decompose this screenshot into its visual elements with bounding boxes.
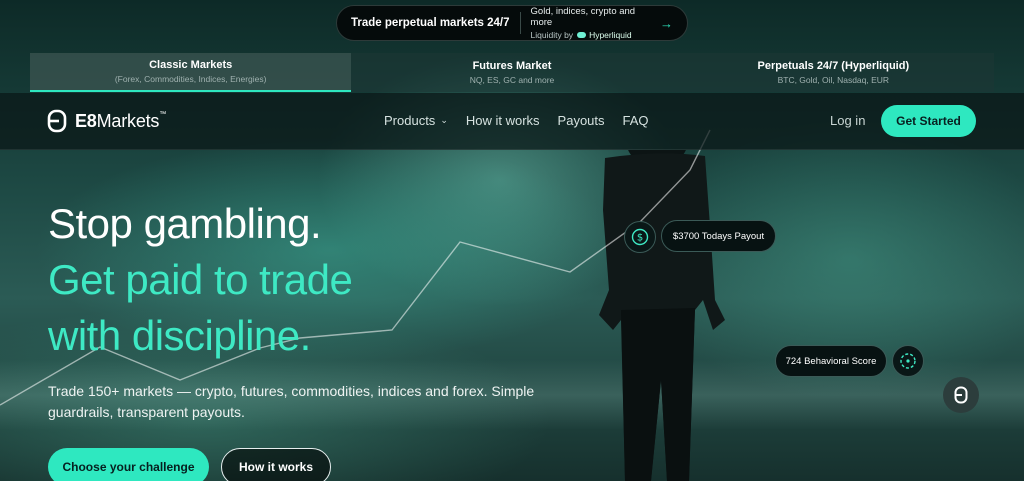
nav-how-it-works[interactable]: How it works bbox=[466, 113, 540, 128]
announcement-bar[interactable]: Trade perpetual markets 24/7 Gold, indic… bbox=[336, 5, 688, 41]
brand-logo[interactable]: E8Markets™ bbox=[47, 109, 166, 133]
trademark: ™ bbox=[159, 110, 167, 118]
e8-logo-icon bbox=[954, 386, 968, 404]
svg-text:$: $ bbox=[637, 233, 643, 244]
arrow-right-icon[interactable]: → bbox=[660, 16, 673, 31]
market-tabs: Classic Markets (Forex, Commodities, Ind… bbox=[30, 53, 994, 92]
nav-payouts[interactable]: Payouts bbox=[558, 113, 605, 128]
announcement-subtitle: Gold, indices, crypto and more bbox=[530, 6, 636, 28]
liquidity-label: Liquidity by bbox=[530, 30, 574, 40]
tab-title: Perpetuals 24/7 (Hyperliquid) bbox=[757, 60, 910, 72]
brand-name-bold: E8 bbox=[75, 110, 97, 131]
payout-badge: $3700 Todays Payout bbox=[661, 220, 776, 252]
hyperliquid-icon bbox=[577, 32, 587, 38]
dollar-icon: $ bbox=[624, 221, 656, 253]
hyperliquid-logo: Hyperliquid bbox=[577, 30, 632, 40]
hero-heading: Stop gambling. Get paid to trade with di… bbox=[48, 196, 353, 364]
nav-link-label: Products bbox=[384, 113, 436, 128]
brand-name: E8Markets™ bbox=[75, 111, 166, 132]
chevron-down-icon: ⌄ bbox=[440, 115, 448, 125]
nav-links: Products ⌄ How it works Payouts FAQ bbox=[384, 113, 649, 128]
liquidity-line: Liquidity by Hyperliquid bbox=[531, 30, 654, 40]
nav-products[interactable]: Products ⌄ bbox=[384, 113, 448, 128]
hero-line-1: Stop gambling. bbox=[48, 200, 322, 247]
tab-subtitle: (Forex, Commodities, Indices, Energies) bbox=[114, 74, 267, 84]
tab-subtitle: NQ, ES, GC and more bbox=[469, 75, 555, 85]
target-icon bbox=[892, 345, 924, 377]
chat-widget-button[interactable] bbox=[943, 377, 979, 413]
hero-line-2: Get paid to trade bbox=[48, 256, 353, 303]
tab-subtitle: BTC, Gold, Oil, Nasdaq, EUR bbox=[777, 75, 890, 85]
brand-name-rest: Markets bbox=[96, 110, 160, 131]
main-navbar: E8Markets™ Products ⌄ How it works Payou… bbox=[0, 93, 1024, 150]
nav-faq[interactable]: FAQ bbox=[623, 113, 649, 128]
tab-perpetuals[interactable]: Perpetuals 24/7 (Hyperliquid) BTC, Gold,… bbox=[672, 53, 994, 92]
get-started-button[interactable]: Get Started bbox=[881, 105, 976, 137]
hero-description: Trade 150+ markets — crypto, futures, co… bbox=[48, 383, 535, 420]
how-it-works-button[interactable]: How it works bbox=[221, 448, 331, 481]
choose-challenge-button[interactable]: Choose your challenge bbox=[48, 448, 209, 481]
tab-title: Futures Market bbox=[472, 60, 552, 72]
tab-classic-markets[interactable]: Classic Markets (Forex, Commodities, Ind… bbox=[30, 53, 352, 92]
e8-logo-icon bbox=[47, 109, 67, 133]
tab-title: Classic Markets bbox=[149, 59, 233, 71]
tab-futures-market[interactable]: Futures Market NQ, ES, GC and more bbox=[351, 53, 673, 92]
login-link[interactable]: Log in bbox=[830, 113, 865, 128]
hero-line-3: with discipline. bbox=[48, 312, 311, 359]
announcement-title: Trade perpetual markets 24/7 bbox=[351, 17, 510, 29]
behavioral-score-badge: 724 Behavioral Score bbox=[775, 345, 887, 377]
announcement-divider bbox=[519, 12, 521, 34]
hyperliquid-brand: Hyperliquid bbox=[589, 30, 632, 40]
